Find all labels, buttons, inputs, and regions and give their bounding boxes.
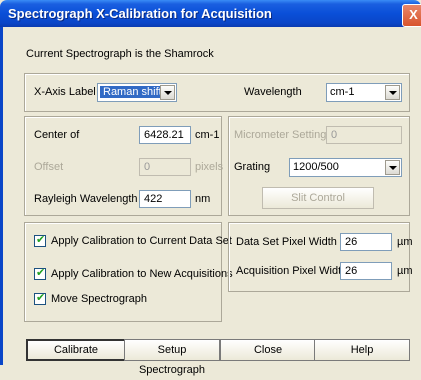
setup-spectrograph-button[interactable]: Setup Spectrograph	[124, 339, 220, 376]
wavelength-unit-value: cm-1	[330, 86, 355, 98]
calibrate-button[interactable]: Calibrate	[26, 339, 126, 361]
dataset-pixel-unit: µm	[397, 236, 413, 248]
grating-value: 1200/500	[293, 161, 339, 173]
xaxis-label-value: Raman shift	[100, 86, 165, 98]
grating-select[interactable]: 1200/500	[289, 158, 402, 177]
apply-current-checkbox[interactable]	[34, 233, 46, 247]
close-icon[interactable]: X	[402, 4, 421, 27]
center-unit: cm-1	[195, 129, 220, 141]
acq-pixel-label: Acquisition Pixel Width	[236, 265, 348, 277]
move-spectrograph-label: Move Spectrograph	[51, 293, 147, 305]
current-spectrograph-text: Current Spectrograph is the Shamrock	[26, 48, 214, 60]
dataset-pixel-input[interactable]: 26	[340, 233, 392, 251]
xaxis-label-select[interactable]: Raman shift	[97, 83, 177, 102]
center-input[interactable]: 6428.21	[139, 126, 191, 144]
dataset-pixel-label: Data Set Pixel Width	[236, 236, 337, 248]
rayleigh-input[interactable]: 422	[139, 190, 191, 208]
rayleigh-label: Rayleigh Wavelength	[34, 193, 138, 205]
xaxis-label: X-Axis Label	[34, 86, 96, 98]
acq-pixel-unit: µm	[397, 265, 413, 277]
apply-new-label: Apply Calibration to New Acquisitions	[51, 268, 233, 280]
slit-control-button[interactable]: Slit Control	[262, 187, 374, 209]
chevron-down-icon[interactable]	[385, 85, 400, 100]
apply-current-label: Apply Calibration to Current Data Set	[51, 235, 232, 247]
apply-new-checkbox[interactable]	[34, 266, 46, 280]
help-button[interactable]: Help	[314, 339, 410, 361]
offset-input[interactable]: 0	[139, 158, 191, 176]
window-title: Spectrograph X-Calibration for Acquisiti…	[8, 6, 272, 21]
chevron-down-icon[interactable]	[385, 160, 400, 175]
wavelength-unit-select[interactable]: cm-1	[326, 83, 402, 102]
wavelength-label: Wavelength	[244, 86, 302, 98]
micrometer-label: Micrometer Setting	[234, 129, 327, 141]
title-bar: Spectrograph X-Calibration for Acquisiti…	[0, 0, 421, 27]
micrometer-input[interactable]: 0	[326, 126, 402, 144]
chevron-down-icon[interactable]	[160, 85, 175, 100]
center-label: Center of	[34, 129, 80, 141]
rayleigh-unit: nm	[195, 193, 211, 205]
close-button[interactable]: Close	[220, 339, 316, 361]
window-frame	[0, 27, 3, 365]
move-spectrograph-checkbox[interactable]	[34, 291, 46, 305]
offset-label: Offset	[34, 161, 64, 173]
acq-pixel-input[interactable]: 26	[340, 262, 392, 280]
grating-label: Grating	[234, 161, 271, 173]
offset-unit: pixels	[195, 161, 224, 173]
